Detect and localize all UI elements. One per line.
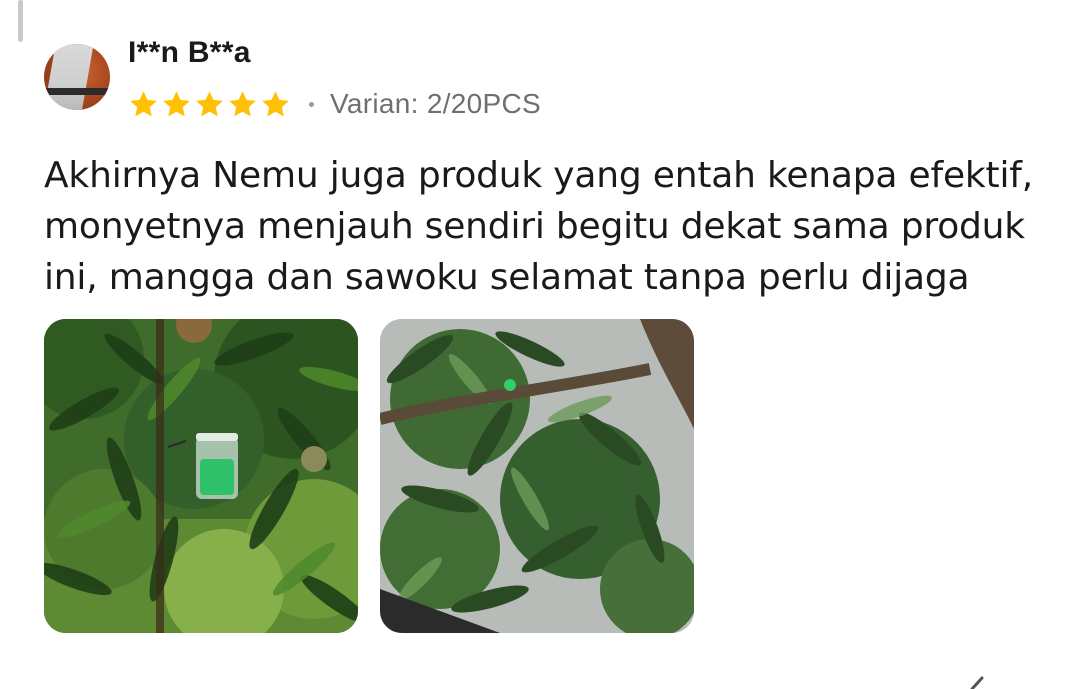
- star-icon: [229, 90, 256, 116]
- rating-row: Varian: 2/20PCS: [128, 86, 541, 122]
- avatar-image-part: [44, 44, 94, 110]
- pencil-icon[interactable]: [968, 676, 990, 689]
- star-rating: [128, 89, 291, 120]
- separator-dot: [309, 101, 314, 107]
- photo-mango-tree-jar: [44, 319, 358, 633]
- scroll-indicator: [18, 0, 23, 42]
- photo-tree-canopy: [380, 319, 694, 633]
- variant-label: Varian: 2/20PCS: [330, 88, 541, 119]
- reviewer-name: I**n B**a: [128, 36, 251, 69]
- star-icon: [196, 90, 223, 116]
- star-icon: [130, 90, 157, 116]
- review-photo-2[interactable]: [380, 319, 694, 633]
- star-icon: [262, 90, 289, 116]
- avatar-band: [44, 88, 110, 95]
- avatar[interactable]: [44, 44, 110, 110]
- star-icon: [163, 90, 190, 116]
- review-photo-1[interactable]: [44, 319, 358, 633]
- review-text: Akhirnya Nemu juga produk yang entah ken…: [44, 155, 1033, 298]
